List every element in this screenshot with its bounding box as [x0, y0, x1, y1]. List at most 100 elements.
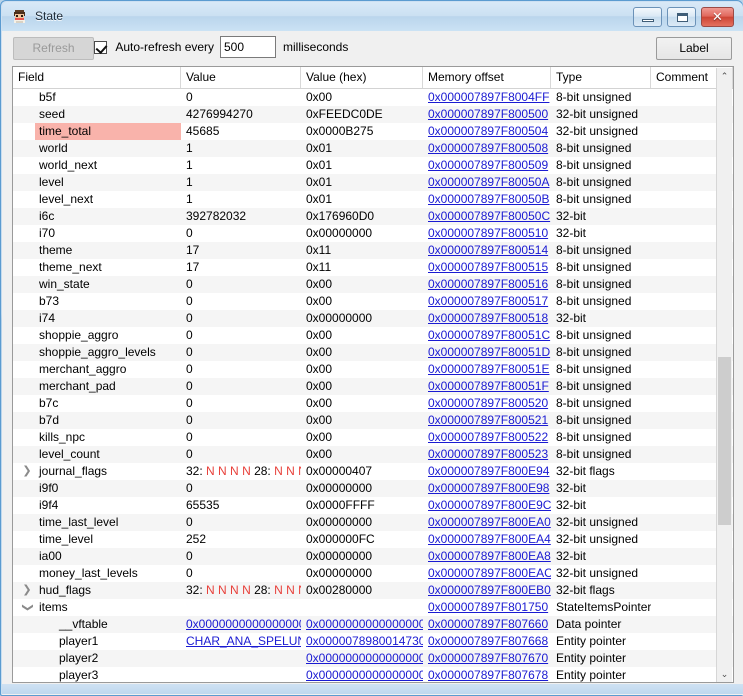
memory-offset-link[interactable]: 0x000007897F800504: [428, 124, 548, 138]
auto-refresh-checkbox[interactable]: Auto-refresh every: [94, 40, 214, 58]
column-header-type[interactable]: Type: [551, 67, 651, 88]
cell-mem[interactable]: 0x000007897F80051C: [423, 327, 551, 344]
memory-offset-link[interactable]: 0x000007897F800516: [428, 277, 548, 291]
memory-offset-link[interactable]: 0x000007897F800514: [428, 243, 548, 257]
minimize-button[interactable]: [633, 7, 662, 27]
column-header-value[interactable]: Value: [181, 67, 301, 88]
memory-offset-link[interactable]: 0x000007897F80050B: [428, 192, 549, 206]
column-header-field[interactable]: Field: [13, 67, 181, 88]
table-row[interactable]: i70 0 0x00000000 0x000007897F800510 32-bit: [13, 225, 733, 242]
memory-offset-link[interactable]: 0x000007897F800500: [428, 107, 548, 121]
table-row[interactable]: time_level 252 0x000000FC 0x000007897F800EA…: [13, 531, 733, 548]
refresh-button[interactable]: Refresh: [13, 37, 94, 60]
table-row[interactable]: ❯hud_flags32: N N N N 28: N N N N 20x002…: [13, 582, 733, 599]
memory-offset-link[interactable]: 0x000007897F800508: [428, 141, 548, 155]
memory-offset-link[interactable]: 0x000007897F80050A: [428, 175, 549, 189]
cell-mem[interactable]: 0x000007897F800500: [423, 106, 551, 123]
label-button[interactable]: Label: [656, 37, 732, 60]
table-row[interactable]: player3 0x0000000000000000 0x000007897F807…: [13, 667, 733, 682]
cell-mem[interactable]: 0x000007897F800EA0: [423, 514, 551, 531]
table-row[interactable]: shoppie_aggro_levels 0 0x00 0x000007897F800…: [13, 344, 733, 361]
cell-mem[interactable]: 0x000007897F807678: [423, 667, 551, 682]
hex-value-link[interactable]: 0x0000000000000000: [306, 668, 423, 682]
table-row[interactable]: i74 0 0x00000000 0x000007897F800518 32-bit: [13, 310, 733, 327]
table-row[interactable]: ❯ items 0x000007897F801750 StateItemsPointe…: [13, 599, 733, 616]
memory-offset-link[interactable]: 0x000007897F8004FF: [428, 90, 549, 104]
column-header-mem[interactable]: Memory offset: [423, 67, 551, 88]
cell-hex[interactable]: 0x0000078980014730: [301, 633, 423, 650]
table-row[interactable]: b7d 0 0x00 0x000007897F800521 8-bit unsigned: [13, 412, 733, 429]
cell-value[interactable]: CHAR_ANA_SPELUNKY: [181, 633, 301, 650]
cell-mem[interactable]: 0x000007897F800EA8: [423, 548, 551, 565]
hex-value-link[interactable]: 0x0000000000000000: [306, 651, 423, 665]
close-button[interactable]: ✕: [701, 7, 734, 27]
table-row[interactable]: b73 0 0x00 0x000007897F800517 8-bit unsigned: [13, 293, 733, 310]
cell-mem[interactable]: 0x000007897F801750: [423, 599, 551, 616]
table-row[interactable]: level_count 0 0x00 0x000007897F800523 8-bit …: [13, 446, 733, 463]
cell-mem[interactable]: 0x000007897F800510: [423, 225, 551, 242]
hex-value-link[interactable]: 0x0000078980014730: [306, 634, 423, 648]
memory-offset-link[interactable]: 0x000007897F800521: [428, 413, 548, 427]
table-row[interactable]: i6c 392782032 0x176960D0 0x000007897F80050C…: [13, 208, 733, 225]
memory-offset-link[interactable]: 0x000007897F800520: [428, 396, 548, 410]
memory-offset-link[interactable]: 0x000007897F800E94: [428, 464, 549, 478]
cell-mem[interactable]: 0x000007897F80051F: [423, 378, 551, 395]
memory-offset-link[interactable]: 0x000007897F801750: [428, 600, 548, 614]
memory-offset-link[interactable]: 0x000007897F800515: [428, 260, 548, 274]
table-row[interactable]: i9f0 0 0x00000000 0x000007897F800E98 32-bit: [13, 480, 733, 497]
value-link[interactable]: CHAR_ANA_SPELUNKY: [186, 634, 301, 648]
table-row[interactable]: level 1 0x01 0x000007897F80050A 8-bit unsign…: [13, 174, 733, 191]
memory-offset-link[interactable]: 0x000007897F800EA4: [428, 532, 551, 546]
memory-offset-link[interactable]: 0x000007897F800EA0: [428, 515, 551, 529]
vertical-scrollbar[interactable]: ⌃ ⌄: [716, 68, 732, 682]
cell-mem[interactable]: 0x000007897F800508: [423, 140, 551, 157]
checkbox-checked-icon[interactable]: [94, 41, 107, 54]
memory-offset-link[interactable]: 0x000007897F800509: [428, 158, 548, 172]
cell-mem[interactable]: 0x000007897F800520: [423, 395, 551, 412]
memory-offset-link[interactable]: 0x000007897F800523: [428, 447, 548, 461]
memory-offset-link[interactable]: 0x000007897F807660: [428, 617, 548, 631]
cell-value[interactable]: 0x0000000000000000: [181, 616, 301, 633]
cell-mem[interactable]: 0x000007897F800523: [423, 446, 551, 463]
cell-mem[interactable]: 0x000007897F800515: [423, 259, 551, 276]
cell-mem[interactable]: 0x000007897F800E98: [423, 480, 551, 497]
memory-offset-link[interactable]: 0x000007897F800517: [428, 294, 548, 308]
memory-offset-link[interactable]: 0x000007897F80051F: [428, 379, 549, 393]
table-row[interactable]: merchant_pad 0 0x00 0x000007897F80051F 8-bit…: [13, 378, 733, 395]
memory-offset-link[interactable]: 0x000007897F800518: [428, 311, 548, 325]
table-row[interactable]: level_next 1 0x01 0x000007897F80050B 8-bit u…: [13, 191, 733, 208]
scroll-down-arrow-icon[interactable]: ⌄: [717, 666, 732, 682]
cell-mem[interactable]: 0x000007897F800504: [423, 123, 551, 140]
table-row[interactable]: player1 CHAR_ANA_SPELUNKY 0x00000789800147…: [13, 633, 733, 650]
cell-mem[interactable]: 0x000007897F80050A: [423, 174, 551, 191]
refresh-interval-input[interactable]: [220, 36, 276, 58]
maximize-button[interactable]: [667, 7, 696, 27]
table-row[interactable]: b7c 0 0x00 0x000007897F800520 8-bit unsigned: [13, 395, 733, 412]
table-row[interactable]: seed 4276994270 0xFEEDC0DE 0x000007897F8005…: [13, 106, 733, 123]
cell-hex[interactable]: 0x0000000000000000: [301, 667, 423, 682]
table-row[interactable]: time_last_level 0 0x00000000 0x000007897F80…: [13, 514, 733, 531]
memory-offset-link[interactable]: 0x000007897F807678: [428, 668, 548, 682]
memory-offset-link[interactable]: 0x000007897F800EAC: [428, 566, 551, 580]
title-bar[interactable]: State ✕: [2, 2, 743, 31]
hex-value-link[interactable]: 0x0000000000000000: [306, 617, 423, 631]
cell-hex[interactable]: 0x0000000000000000: [301, 650, 423, 667]
scroll-up-arrow-icon[interactable]: ⌃: [717, 68, 732, 85]
memory-offset-link[interactable]: 0x000007897F800522: [428, 430, 548, 444]
cell-mem[interactable]: 0x000007897F80050C: [423, 208, 551, 225]
table-row[interactable]: theme 17 0x11 0x000007897F800514 8-bit unsig…: [13, 242, 733, 259]
memory-offset-link[interactable]: 0x000007897F80051D: [428, 345, 550, 359]
table-row[interactable]: __vftable 0x0000000000000000 0x00000000000…: [13, 616, 733, 633]
table-row[interactable]: money_last_levels 0 0x00000000 0x000007897F…: [13, 565, 733, 582]
cell-mem[interactable]: 0x000007897F8004FF: [423, 89, 551, 106]
table-row[interactable]: world 1 0x01 0x000007897F800508 8-bit unsign…: [13, 140, 733, 157]
table-row[interactable]: ❯journal_flags32: N N N N 28: N N N N 20…: [13, 463, 733, 480]
cell-mem[interactable]: 0x000007897F800516: [423, 276, 551, 293]
memory-offset-link[interactable]: 0x000007897F80050C: [428, 209, 550, 223]
cell-mem[interactable]: 0x000007897F807670: [423, 650, 551, 667]
cell-mem[interactable]: 0x000007897F800522: [423, 429, 551, 446]
table-row[interactable]: time_total 45685 0x0000B275 0x000007897F800…: [13, 123, 733, 140]
cell-mem[interactable]: 0x000007897F80050B: [423, 191, 551, 208]
table-row[interactable]: player2 0x0000000000000000 0x000007897F807…: [13, 650, 733, 667]
table-row[interactable]: win_state 0 0x00 0x000007897F800516 8-bit un…: [13, 276, 733, 293]
